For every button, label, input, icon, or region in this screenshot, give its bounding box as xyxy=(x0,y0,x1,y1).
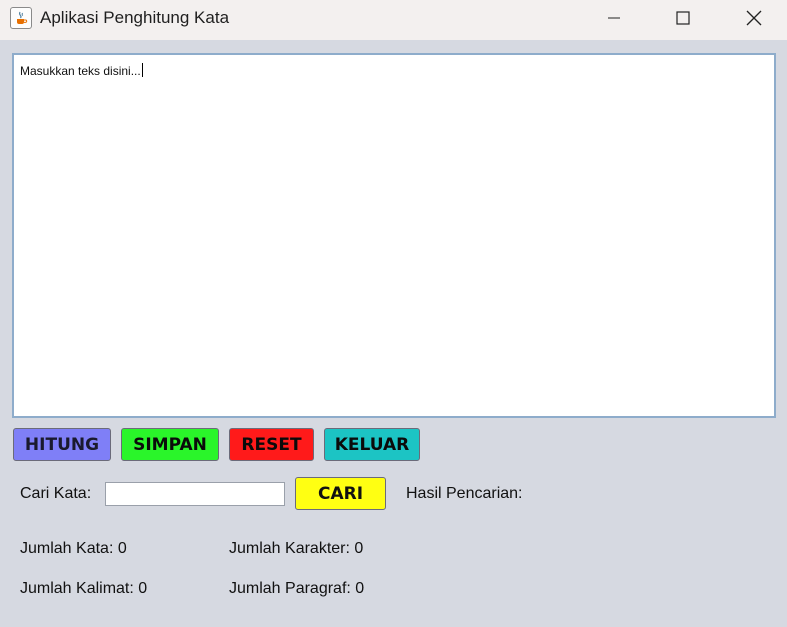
sentence-count-label: Jumlah Kalimat: 0 xyxy=(20,580,148,597)
simpan-button[interactable]: SIMPAN xyxy=(121,428,219,461)
maximize-button[interactable] xyxy=(660,0,706,36)
text-area-value: Masukkan teks disini... xyxy=(20,64,141,78)
word-count-label: Jumlah Kata: 0 xyxy=(20,540,127,557)
app-window: Aplikasi Penghitung Kata Masukkan teks d… xyxy=(0,0,787,627)
reset-button[interactable]: RESET xyxy=(229,428,314,461)
hitung-button[interactable]: HITUNG xyxy=(13,428,111,461)
maximize-icon xyxy=(676,11,690,25)
close-button[interactable] xyxy=(731,0,777,36)
java-cup-icon xyxy=(10,7,32,29)
title-bar: Aplikasi Penghitung Kata xyxy=(0,0,787,40)
search-label: Cari Kata: xyxy=(20,485,92,502)
search-input[interactable] xyxy=(105,482,285,506)
close-icon xyxy=(746,10,762,26)
text-caret xyxy=(141,63,143,77)
character-count-label: Jumlah Karakter: 0 xyxy=(229,540,364,557)
minimize-icon xyxy=(608,17,620,19)
paragraph-count-label: Jumlah Paragraf: 0 xyxy=(229,580,365,597)
keluar-button[interactable]: KELUAR xyxy=(324,428,420,461)
minimize-button[interactable] xyxy=(591,0,637,36)
text-input-area[interactable]: Masukkan teks disini... xyxy=(12,53,776,418)
cari-button[interactable]: CARI xyxy=(295,477,386,510)
search-result-label: Hasil Pencarian: xyxy=(406,485,523,502)
window-title: Aplikasi Penghitung Kata xyxy=(40,8,230,27)
text-area-content: Masukkan teks disini... xyxy=(20,63,143,78)
